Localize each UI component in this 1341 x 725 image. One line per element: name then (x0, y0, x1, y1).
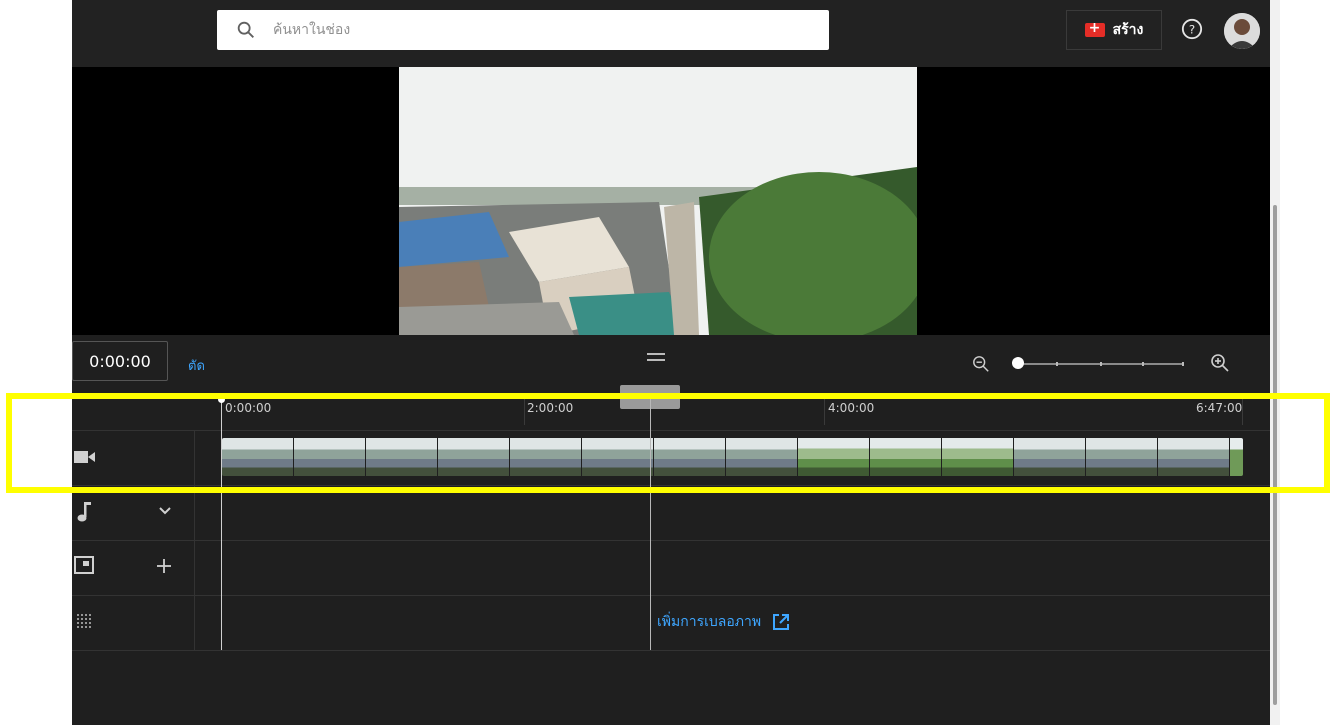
aerial-village-image (399, 67, 917, 335)
search-icon (237, 21, 254, 38)
slider-tick (1142, 362, 1144, 366)
svg-text:?: ? (1189, 23, 1195, 37)
video-preview-area (72, 67, 1270, 335)
add-icon[interactable] (156, 558, 172, 574)
end-screen-icon (74, 556, 94, 574)
end-screen-track (72, 540, 1270, 596)
video-frame[interactable] (399, 67, 917, 335)
zoom-slider-track[interactable] (1016, 362, 1184, 366)
chevron-down-icon[interactable] (158, 505, 172, 517)
resize-handle[interactable] (647, 353, 665, 361)
help-icon[interactable]: ? (1181, 18, 1203, 40)
timecode-display[interactable]: 0:00:00 (72, 341, 168, 381)
slider-tick (1100, 362, 1102, 366)
trim-button[interactable]: ตัด (188, 355, 205, 376)
blur-track: เพิ่มการเบลอภาพ (72, 595, 1270, 651)
music-note-icon (77, 502, 91, 522)
blur-grid-icon (77, 614, 91, 628)
zoom-in-icon[interactable] (1210, 353, 1230, 373)
end-screen-track-header (72, 540, 195, 595)
blur-track-header (72, 595, 195, 650)
avatar-image (1224, 13, 1260, 49)
audio-track-header (72, 485, 195, 540)
add-blur-label: เพิ่มการเบลอภาพ (657, 614, 762, 630)
search-input[interactable] (271, 21, 795, 39)
top-bar: สร้าง ? (72, 0, 1280, 67)
create-button[interactable]: สร้าง (1066, 10, 1162, 50)
open-external-icon (773, 614, 790, 630)
add-blur-link[interactable]: เพิ่มการเบลอภาพ (657, 611, 791, 633)
highlight-box (6, 393, 1330, 493)
youtube-studio-editor: สร้าง ? (72, 0, 1280, 725)
audio-track (72, 485, 1270, 541)
slider-tick (1056, 362, 1058, 366)
video-add-icon (1084, 20, 1105, 37)
slider-tick (1182, 362, 1184, 366)
create-label: สร้าง (1112, 22, 1144, 38)
account-avatar[interactable] (1224, 13, 1260, 49)
channel-search-box[interactable] (217, 10, 829, 50)
zoom-out-icon[interactable] (972, 355, 990, 373)
zoom-slider-knob[interactable] (1012, 357, 1024, 369)
